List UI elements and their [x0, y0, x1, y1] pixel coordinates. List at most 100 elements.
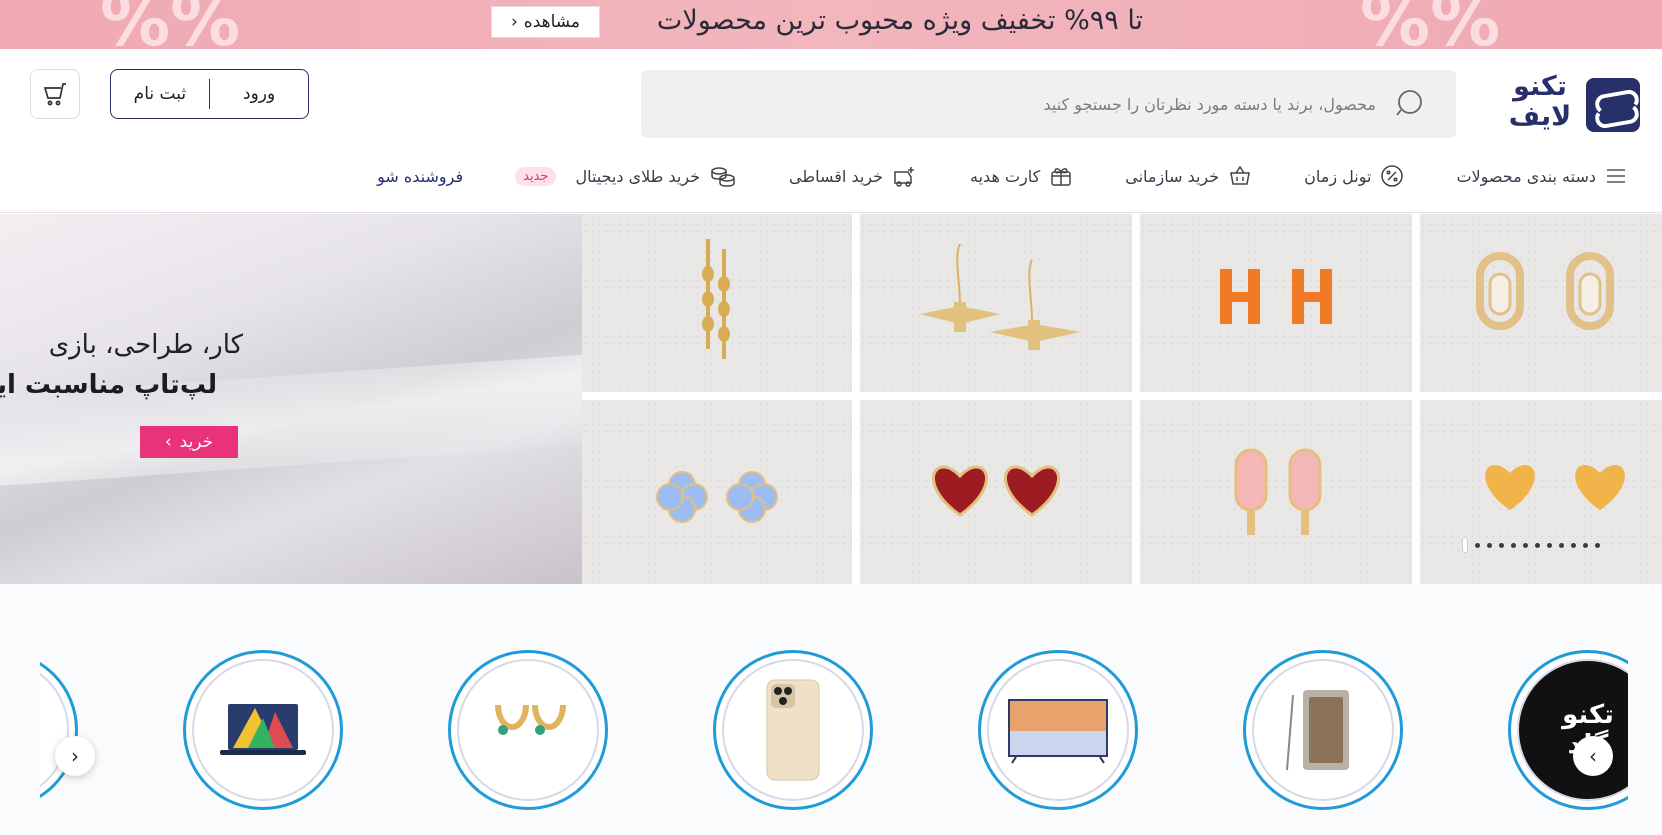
chevron-left-icon: ‹: [510, 12, 518, 32]
jewelry-tile: [1420, 400, 1662, 584]
cart-button[interactable]: [30, 69, 80, 119]
blue-clover-earrings-image: [656, 471, 778, 523]
strip-mask: [1628, 584, 1662, 835]
nav-item-installment[interactable]: خرید اقساطی: [789, 164, 918, 188]
category-circle[interactable]: [1243, 650, 1403, 810]
category-image: [987, 659, 1129, 801]
oval-earrings-image: [1476, 252, 1614, 330]
category-image: [192, 659, 334, 801]
techno-gold-logo-text: تکنو: [1562, 700, 1614, 730]
category-image: [457, 659, 599, 801]
jewelry-tile: [582, 400, 852, 584]
category-image: [722, 659, 864, 801]
popsicle-earrings-image: [1234, 448, 1322, 535]
jewelry-tile: [860, 400, 1132, 584]
search-bar[interactable]: [641, 70, 1456, 138]
carousel-dot[interactable]: [1559, 542, 1564, 548]
jewelry-tile: [1140, 214, 1412, 392]
category-circle[interactable]: [713, 650, 873, 810]
tv-image: [1008, 699, 1108, 764]
nav-item-label: کارت هدیه: [970, 166, 1041, 186]
percent-decoration: %%: [100, 0, 241, 49]
carousel-dot[interactable]: [1511, 542, 1516, 548]
jewelry-tile: [1420, 214, 1662, 392]
category-circle[interactable]: [978, 650, 1138, 810]
promo-banner[interactable]: %% %% تا ۹۹% تخفیف ویژه محبوب ترین محصول…: [0, 0, 1662, 49]
cart-icon: [43, 83, 66, 106]
laptop-image: [220, 704, 306, 755]
carousel-dot[interactable]: [1595, 542, 1600, 548]
mobile-phone-image: [1286, 690, 1349, 771]
category-circle[interactable]: [448, 650, 608, 810]
faravahar-earrings-image: [920, 243, 1080, 350]
category-circle[interactable]: [183, 650, 343, 810]
red-heart-earrings-image: [932, 465, 1060, 517]
logo[interactable]: تکنو لایف: [1500, 72, 1640, 136]
logo-text: تکنو لایف: [1508, 71, 1572, 132]
strip-mask: [0, 584, 40, 835]
menu-icon: [1607, 169, 1625, 183]
category-strip: تکنو گلد › ‹: [0, 584, 1662, 835]
header: تکنو لایف ثبت نام ورود دسته بندی محصولات…: [0, 49, 1662, 213]
chain-earrings-image: [702, 239, 730, 359]
basket-icon: [1230, 165, 1251, 185]
hero-buy-label: خرید: [179, 432, 214, 452]
hero-line2-wrap: لپ‌تاپ مناسبت اینجاست: [0, 370, 243, 410]
chevron-left-icon: ‹: [71, 744, 79, 768]
auth-box: ثبت نام ورود: [110, 69, 309, 119]
search-icon: [1396, 90, 1422, 116]
promo-view-label: مشاهده: [523, 12, 581, 32]
nav-item-digital-gold[interactable]: خرید طلای دیجیتال جدید: [515, 164, 737, 188]
carousel-dot[interactable]: [1499, 542, 1504, 548]
nav-item-label: خرید اقساطی: [789, 166, 884, 186]
nav-item-label: خرید طلای دیجیتال: [575, 166, 701, 186]
jewelry-tile: [1140, 400, 1412, 584]
category-next-button[interactable]: ‹: [55, 736, 95, 776]
nav-item-gift-card[interactable]: کارت هدیه: [970, 164, 1073, 188]
jewelry-tile: [860, 214, 1132, 392]
nav-become-seller[interactable]: فروشنده شو: [377, 167, 463, 186]
hero-buy-button[interactable]: خرید ›: [140, 426, 238, 458]
gift-icon: [1051, 168, 1071, 186]
nav-item-time-tunnel[interactable]: تونل زمان: [1304, 164, 1404, 188]
nav-categories-label: دسته بندی محصولات: [1456, 166, 1596, 186]
promo-view-button[interactable]: مشاهده ‹: [491, 6, 600, 38]
carousel-dot[interactable]: [1583, 542, 1588, 548]
h-letter-earrings-image: [1220, 269, 1332, 324]
promo-title: تا ۹۹% تخفیف ویژه محبوب ترین محصولات: [656, 5, 1144, 36]
percent-badge-icon: [1381, 165, 1404, 187]
nav-item-label: خرید سازمانی: [1125, 166, 1220, 186]
carousel-dot[interactable]: [1523, 542, 1528, 548]
carousel-dot[interactable]: [1487, 542, 1492, 548]
percent-decoration: %%: [1360, 0, 1501, 49]
hero-line1: کار، طراحی، بازی: [48, 330, 243, 360]
nav-categories[interactable]: دسته بندی محصولات: [1456, 167, 1627, 186]
jewelry-tile: [582, 214, 852, 392]
chevron-right-icon: ›: [164, 432, 172, 452]
chevron-right-icon: ›: [1589, 744, 1597, 768]
carousel-indicators: [1462, 537, 1600, 553]
coins-icon: [711, 167, 735, 187]
signup-button[interactable]: ثبت نام: [111, 84, 209, 104]
category-image: [1252, 659, 1394, 801]
main-nav: دسته بندی محصولات تونل زمان خرید سازمانی…: [325, 161, 1627, 191]
carousel-dot[interactable]: [1475, 542, 1480, 548]
hero-line2: لپ‌تاپ مناسبت اینجاست: [0, 370, 218, 400]
nav-item-corporate[interactable]: خرید سازمانی: [1125, 164, 1252, 188]
hero-laptop-banner[interactable]: کار، طراحی، بازی لپ‌تاپ مناسبت اینجاست خ…: [0, 214, 582, 584]
iphone-image: [766, 679, 820, 781]
carousel-dot[interactable]: [1547, 542, 1552, 548]
category-prev-button[interactable]: ›: [1573, 736, 1613, 776]
carousel-dot[interactable]: [1535, 542, 1540, 548]
login-button[interactable]: ورود: [210, 84, 308, 104]
carousel-dot[interactable]: [1571, 542, 1576, 548]
installment-icon: [894, 167, 915, 187]
hero-jewelry-banner[interactable]: [582, 214, 1662, 584]
carousel-dot-active[interactable]: [1462, 537, 1468, 553]
new-badge: جدید: [515, 166, 557, 186]
gold-heart-earrings-image: [1485, 465, 1625, 510]
search-input[interactable]: [736, 70, 1376, 138]
logo-mark-icon: [1586, 78, 1640, 132]
nav-item-label: تونل زمان: [1304, 166, 1372, 186]
gold-earrings-image: [495, 704, 566, 735]
